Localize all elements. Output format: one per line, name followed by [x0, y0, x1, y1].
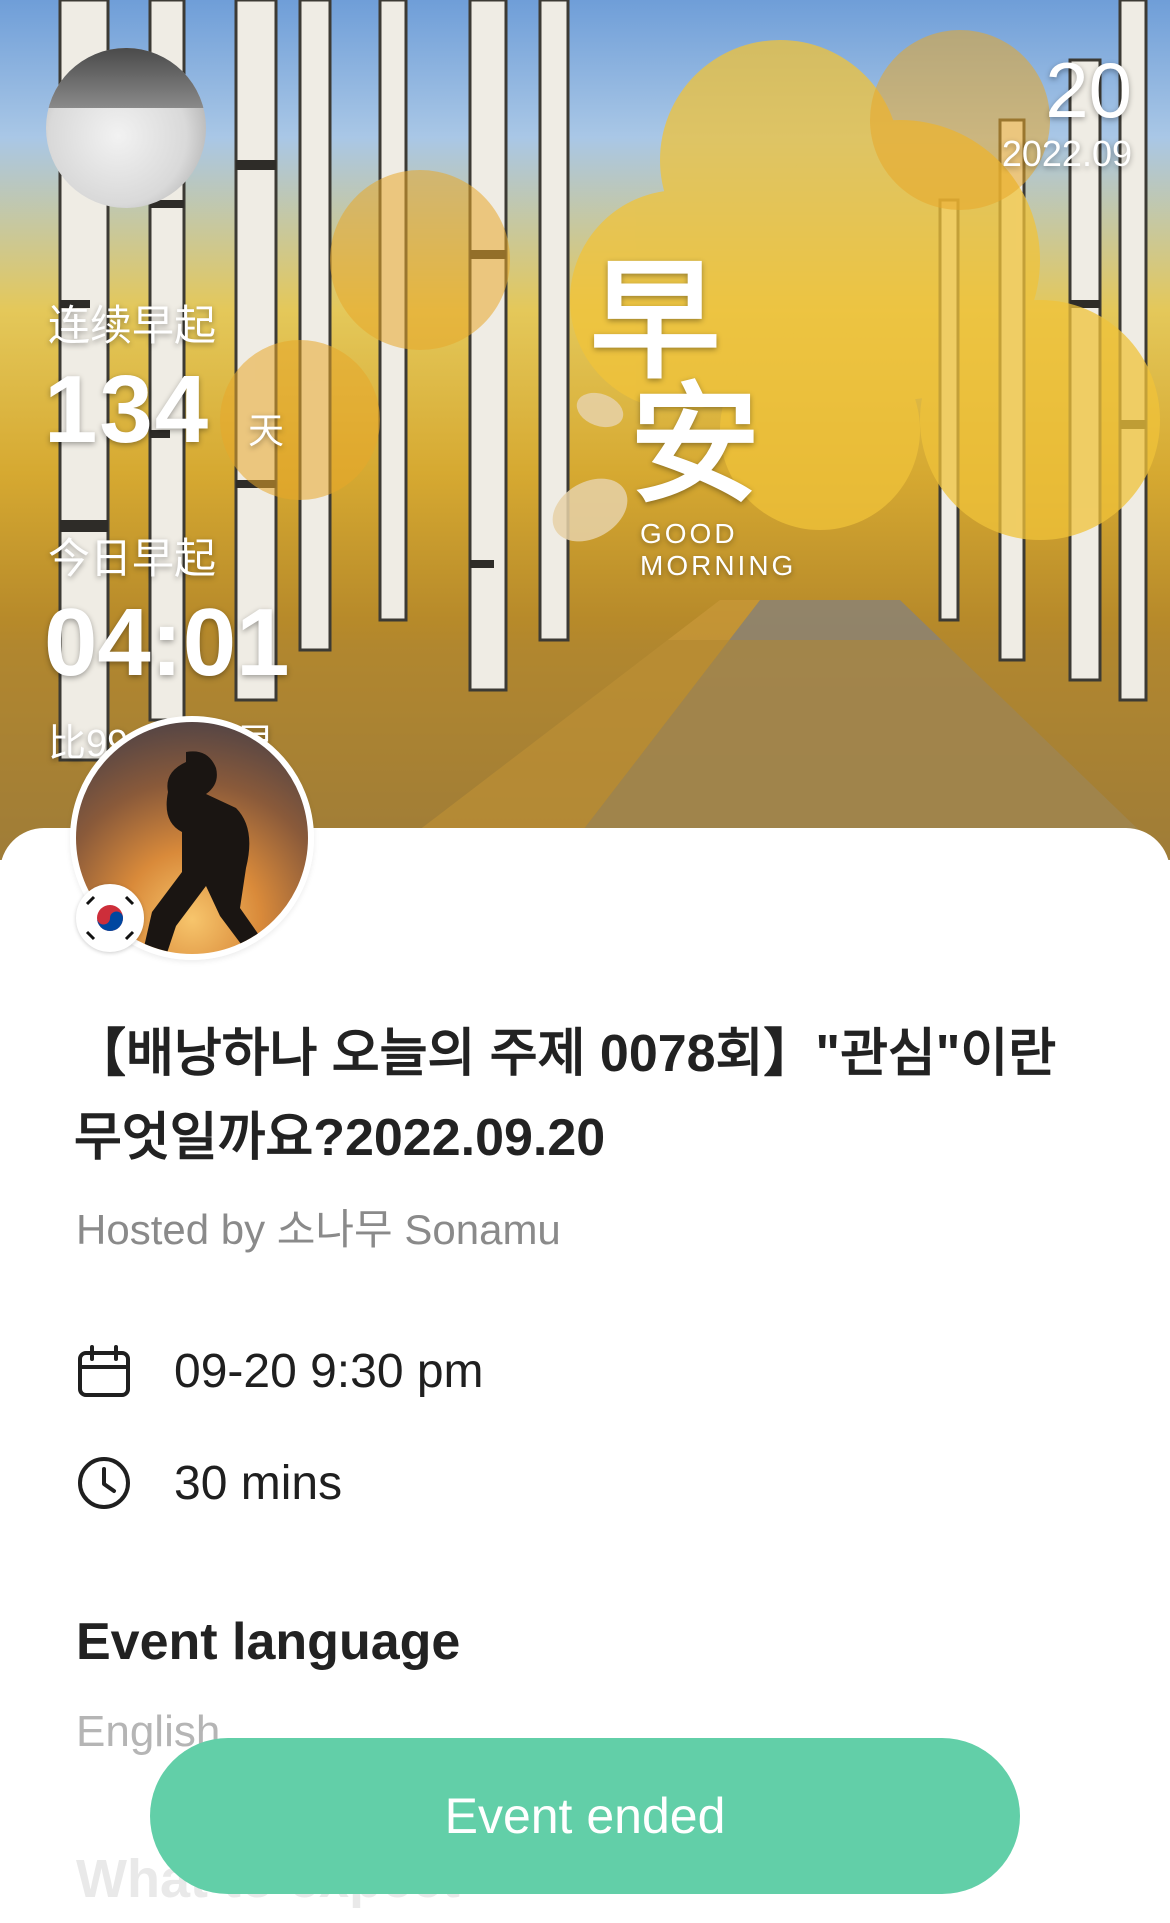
streak-label: 连续早起 [48, 302, 217, 349]
event-duration: 30 mins [174, 1456, 343, 1510]
streak-unit: 天 [248, 410, 285, 451]
today-label: 今日早起 [48, 535, 217, 582]
event-language-title: Event language [76, 1613, 461, 1671]
today-time: 04:01 [44, 589, 290, 696]
korea-flag-icon [76, 884, 144, 952]
event-date-time: 09-20 9:30 pm [174, 1344, 484, 1398]
greeting-zh-line2: 安 [630, 372, 761, 518]
greeting-en-line1: GOOD [640, 518, 738, 549]
event-title: 【배낭하나 오늘의 주제 0078회】"관심"이란 무엇일까요?2022.09.… [74, 1025, 1057, 1167]
cover-day: 20 [1045, 46, 1132, 134]
cover-user-avatar [46, 48, 206, 208]
greeting-zh-line1: 早 [590, 248, 721, 394]
greeting-en-line2: MORNING [640, 550, 797, 581]
event-ended-button[interactable]: Event ended [150, 1738, 1020, 1894]
event-date-row: 09-20 9:30 pm [76, 1343, 484, 1399]
streak-value: 134 [44, 356, 211, 463]
calendar-icon [76, 1343, 132, 1399]
hosted-by[interactable]: Hosted by 소나무 Sonamu [76, 1196, 561, 1257]
event-duration-row: 30 mins [76, 1455, 342, 1511]
cover-month-year: 2022.09 [1001, 133, 1132, 174]
clock-icon [76, 1455, 132, 1511]
